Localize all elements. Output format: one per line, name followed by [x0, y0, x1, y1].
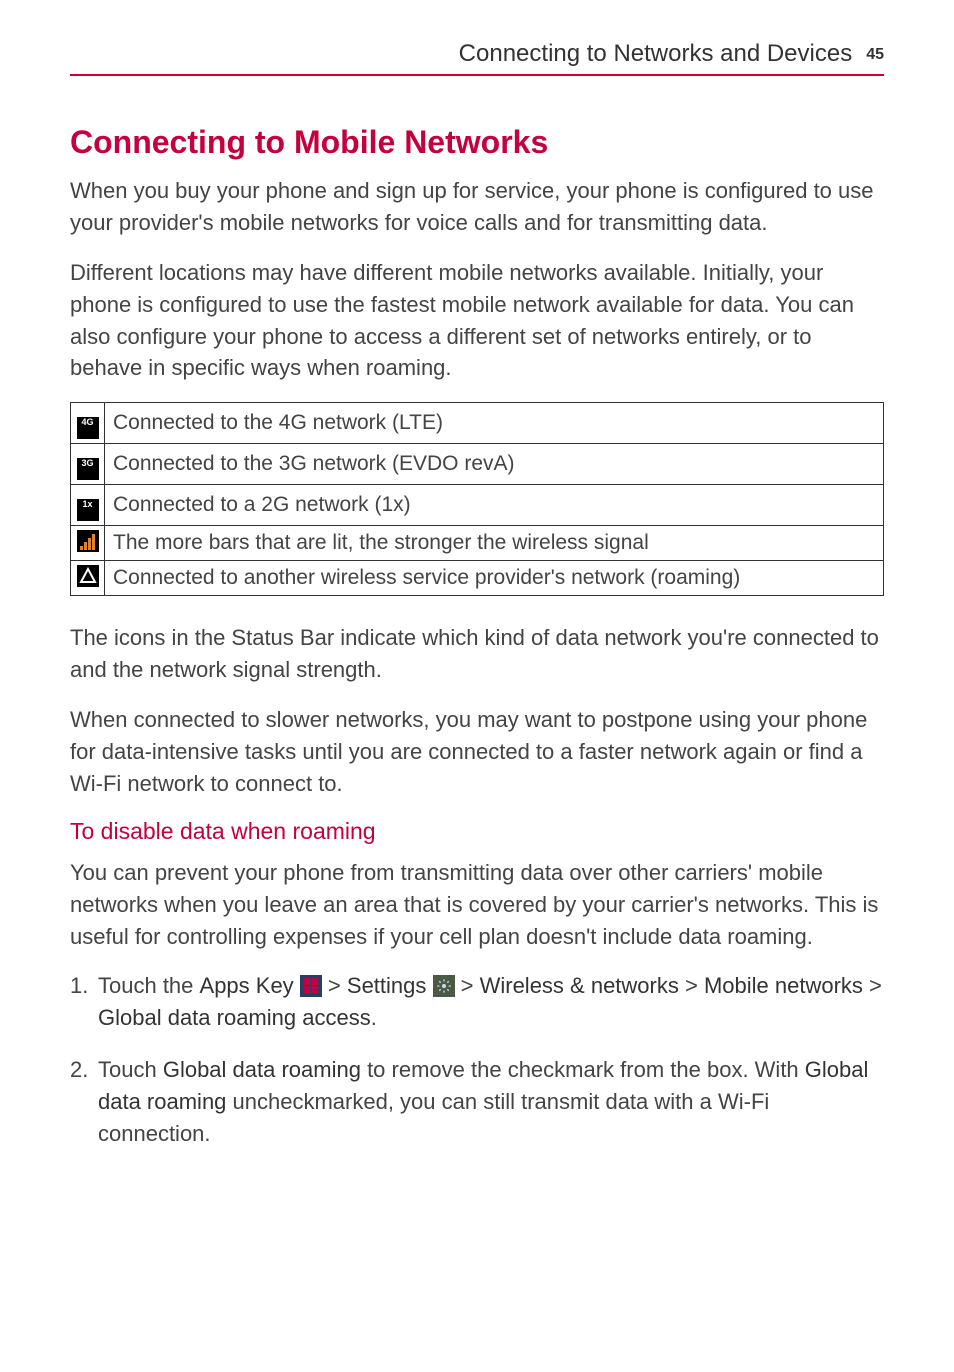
table-row: 4G Connected to the 4G network (LTE) — [71, 403, 884, 444]
intro-paragraph-2: Different locations may have different m… — [70, 257, 884, 385]
icon-roaming — [71, 561, 105, 596]
roaming-triangle-icon — [77, 565, 99, 587]
icon-2g: 1x — [71, 485, 105, 526]
wireless-label: Wireless & networks — [480, 973, 679, 998]
table-desc: Connected to a 2G network (1x) — [105, 485, 884, 526]
table-desc: Connected to another wireless service pr… — [105, 561, 884, 596]
subsection-heading: To disable data when roaming — [70, 818, 884, 845]
settings-icon — [433, 975, 455, 997]
settings-label: Settings — [347, 973, 427, 998]
step1-end: . — [371, 1005, 377, 1030]
network-icons-table: 4G Connected to the 4G network (LTE) 3G … — [70, 402, 884, 596]
step2-pre: Touch — [98, 1057, 163, 1082]
network-3g-icon: 3G — [77, 458, 99, 480]
table-row: Connected to another wireless service pr… — [71, 561, 884, 596]
sep: > — [322, 973, 347, 998]
signal-bars-icon — [77, 530, 99, 552]
page-header: Connecting to Networks and Devices 45 — [70, 40, 884, 76]
header-title: Connecting to Networks and Devices — [459, 40, 853, 68]
step2-mid1: to remove the checkmark from the box. Wi… — [361, 1057, 805, 1082]
apps-key-label: Apps Key — [200, 973, 294, 998]
step-2: Touch Global data roaming to remove the … — [70, 1054, 884, 1150]
steps-list: Touch the Apps Key > Settings > Wireless… — [70, 970, 884, 1149]
network-4g-icon: 4G — [77, 417, 99, 439]
global-access-label: Global data roaming access — [98, 1005, 371, 1030]
global-roaming-label-1: Global data roaming — [163, 1057, 361, 1082]
section-heading: Connecting to Mobile Networks — [70, 124, 884, 161]
icon-signal-bars — [71, 526, 105, 561]
status-bar-paragraph: The icons in the Status Bar indicate whi… — [70, 622, 884, 686]
step-1: Touch the Apps Key > Settings > Wireless… — [70, 970, 884, 1034]
sep: > — [455, 973, 480, 998]
table-row: The more bars that are lit, the stronger… — [71, 526, 884, 561]
slower-networks-paragraph: When connected to slower networks, you m… — [70, 704, 884, 800]
table-row: 1x Connected to a 2G network (1x) — [71, 485, 884, 526]
roaming-intro-paragraph: You can prevent your phone from transmit… — [70, 857, 884, 953]
sep: > — [679, 973, 704, 998]
step1-pre: Touch the — [98, 973, 200, 998]
table-desc: The more bars that are lit, the stronger… — [105, 526, 884, 561]
table-row: 3G Connected to the 3G network (EVDO rev… — [71, 444, 884, 485]
sep: > — [863, 973, 882, 998]
icon-3g: 3G — [71, 444, 105, 485]
mobile-networks-label: Mobile networks — [704, 973, 863, 998]
apps-key-icon — [300, 975, 322, 997]
page-number: 45 — [866, 46, 884, 64]
table-desc: Connected to the 3G network (EVDO revA) — [105, 444, 884, 485]
network-2g-icon: 1x — [77, 499, 99, 521]
icon-4g: 4G — [71, 403, 105, 444]
intro-paragraph-1: When you buy your phone and sign up for … — [70, 175, 884, 239]
table-desc: Connected to the 4G network (LTE) — [105, 403, 884, 444]
